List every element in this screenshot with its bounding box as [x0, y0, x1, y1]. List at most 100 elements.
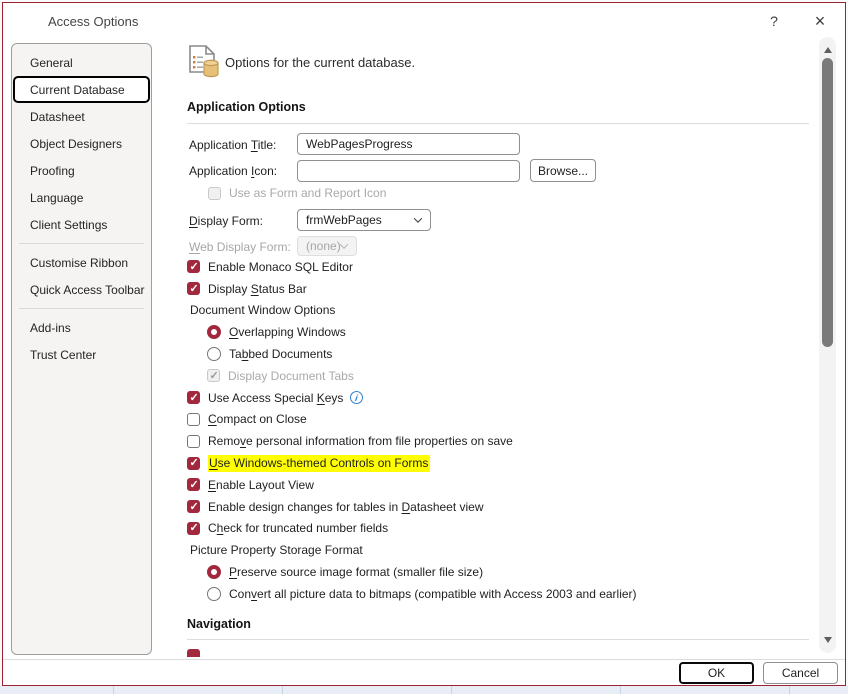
option-row: Overlapping Windows — [187, 321, 811, 343]
sidebar-item-object-designers[interactable]: Object Designers — [13, 130, 150, 157]
application-title-label: Application Title: — [189, 138, 277, 152]
sidebar-item-general[interactable]: General — [13, 49, 150, 76]
checkbox[interactable] — [187, 456, 200, 470]
background-spreadsheet-strip — [0, 686, 848, 694]
sidebar-item-add-ins[interactable]: Add-ins — [13, 314, 150, 341]
sidebar-item-label: General — [30, 55, 73, 70]
option-label[interactable]: Use Access Special Keys — [208, 391, 343, 405]
vertical-scrollbar[interactable] — [819, 37, 836, 653]
option-group-label: Document Window Options — [187, 300, 811, 322]
checkbox[interactable] — [187, 282, 200, 296]
display-form-value: frmWebPages — [306, 213, 382, 227]
checkbox — [207, 369, 220, 383]
option-label[interactable]: Display Status Bar — [208, 282, 307, 296]
radio-button[interactable] — [207, 565, 221, 580]
option-row: Display Document Tabs — [187, 365, 811, 387]
use-as-form-icon-row: Use as Form and Report Icon — [208, 186, 386, 200]
option-label[interactable]: Enable Layout View — [208, 478, 314, 492]
sidebar-item-language[interactable]: Language — [13, 184, 150, 211]
option-row: Use Access Special Keys i — [187, 387, 811, 409]
section-rule — [187, 123, 809, 124]
option-row: Remove personal information from file pr… — [187, 430, 811, 452]
sidebar-item-trust-center[interactable]: Trust Center — [13, 341, 150, 368]
sidebar-item-label: Add-ins — [30, 320, 71, 335]
section-application-options: Application Options — [187, 100, 306, 114]
use-as-form-icon-label: Use as Form and Report Icon — [229, 186, 387, 200]
sidebar-item-label: Client Settings — [30, 217, 108, 232]
option-label[interactable]: Preserve source image format (smaller fi… — [229, 565, 483, 579]
option-row: Use Windows-themed Controls on Forms — [187, 452, 811, 474]
cancel-button[interactable]: Cancel — [763, 662, 838, 684]
radio-button[interactable] — [207, 325, 221, 340]
display-form-label: Display Form: — [189, 214, 264, 228]
sidebar-item-customise-ribbon[interactable]: Customise Ribbon — [13, 249, 150, 276]
sidebar-item-label: Quick Access Toolbar — [30, 282, 145, 297]
partial-checkbox — [187, 649, 200, 657]
checkbox[interactable] — [187, 521, 200, 535]
option-label[interactable]: Convert all picture data to bitmaps (com… — [229, 587, 637, 601]
sidebar-item-label: Current Database — [30, 82, 125, 97]
checkbox[interactable] — [187, 260, 200, 274]
display-form-dropdown[interactable]: frmWebPages — [297, 209, 431, 231]
checkbox[interactable] — [187, 391, 200, 405]
checkbox[interactable] — [187, 434, 200, 448]
checkbox[interactable] — [187, 412, 200, 426]
sidebar-item-client-settings[interactable]: Client Settings — [13, 211, 150, 238]
sidebar-item-datasheet[interactable]: Datasheet — [13, 103, 150, 130]
option-row: Tabbed Documents — [187, 343, 811, 365]
sidebar-divider — [19, 308, 144, 309]
web-display-form-label: Web Display Form: — [189, 240, 291, 254]
options-list: Enable Monaco SQL Editor Display Status B… — [187, 256, 811, 605]
scroll-up-icon[interactable] — [823, 47, 832, 53]
option-label[interactable]: Tabbed Documents — [229, 347, 332, 361]
ok-button[interactable]: OK — [679, 662, 754, 684]
info-icon[interactable]: i — [349, 390, 365, 406]
sidebar-item-label: Language — [30, 190, 84, 205]
checkbox[interactable] — [187, 478, 200, 492]
option-row: Preserve source image format (smaller fi… — [187, 561, 811, 583]
help-button[interactable]: ? — [761, 9, 787, 33]
sidebar-item-current-database[interactable]: Current Database — [13, 76, 150, 103]
group-label: Document Window Options — [190, 303, 336, 318]
application-icon-input[interactable] — [297, 160, 520, 182]
option-row: Display Status Bar — [187, 278, 811, 300]
option-label: Display Document Tabs — [228, 368, 354, 383]
checkbox[interactable] — [187, 500, 200, 514]
option-label[interactable]: Enable Monaco SQL Editor — [208, 260, 353, 274]
section-navigation: Navigation — [187, 617, 251, 631]
footer-divider — [3, 659, 845, 660]
sidebar-item-label: Object Designers — [30, 136, 123, 151]
help-icon: ? — [770, 13, 778, 29]
browse-button[interactable]: Browse... — [530, 159, 596, 182]
sidebar-item-label: Trust Center — [30, 347, 97, 362]
option-group-label: Picture Property Storage Format — [187, 539, 811, 561]
scroll-down-icon[interactable] — [823, 637, 832, 643]
use-as-form-icon-checkbox — [208, 186, 221, 200]
scrollbar-thumb[interactable] — [822, 58, 833, 347]
sidebar-item-quick-access-toolbar[interactable]: Quick Access Toolbar — [13, 276, 150, 303]
chevron-down-icon — [413, 214, 423, 223]
option-row: Convert all picture data to bitmaps (com… — [187, 583, 811, 605]
option-label[interactable]: Remove personal information from file pr… — [208, 434, 513, 448]
option-label[interactable]: Enable design changes for tables in Data… — [208, 500, 484, 514]
access-options-dialog: Access Options ? × General Current Databa… — [2, 2, 846, 686]
sidebar-item-label: Customise Ribbon — [30, 255, 129, 270]
sidebar-divider — [19, 243, 144, 244]
option-row: Enable design changes for tables in Data… — [187, 496, 811, 518]
application-icon-label: Application Icon: — [189, 164, 278, 178]
sidebar-item-proofing[interactable]: Proofing — [13, 157, 150, 184]
radio-button[interactable] — [207, 347, 221, 362]
option-label[interactable]: Check for truncated number fields — [208, 521, 388, 535]
option-label[interactable]: Use Windows-themed Controls on Forms — [208, 454, 431, 472]
group-label: Picture Property Storage Format — [190, 543, 363, 558]
option-label[interactable]: Overlapping Windows — [229, 325, 346, 339]
option-row: Check for truncated number fields — [187, 518, 811, 540]
radio-button[interactable] — [207, 586, 221, 601]
option-label[interactable]: Compact on Close — [208, 412, 307, 426]
option-row: Enable Monaco SQL Editor — [187, 256, 811, 278]
application-title-input[interactable] — [297, 133, 520, 155]
web-display-form-dropdown: (none) — [297, 236, 357, 256]
web-display-form-value: (none) — [306, 239, 341, 253]
close-button[interactable]: × — [807, 9, 833, 33]
sidebar-item-label: Proofing — [30, 163, 75, 178]
